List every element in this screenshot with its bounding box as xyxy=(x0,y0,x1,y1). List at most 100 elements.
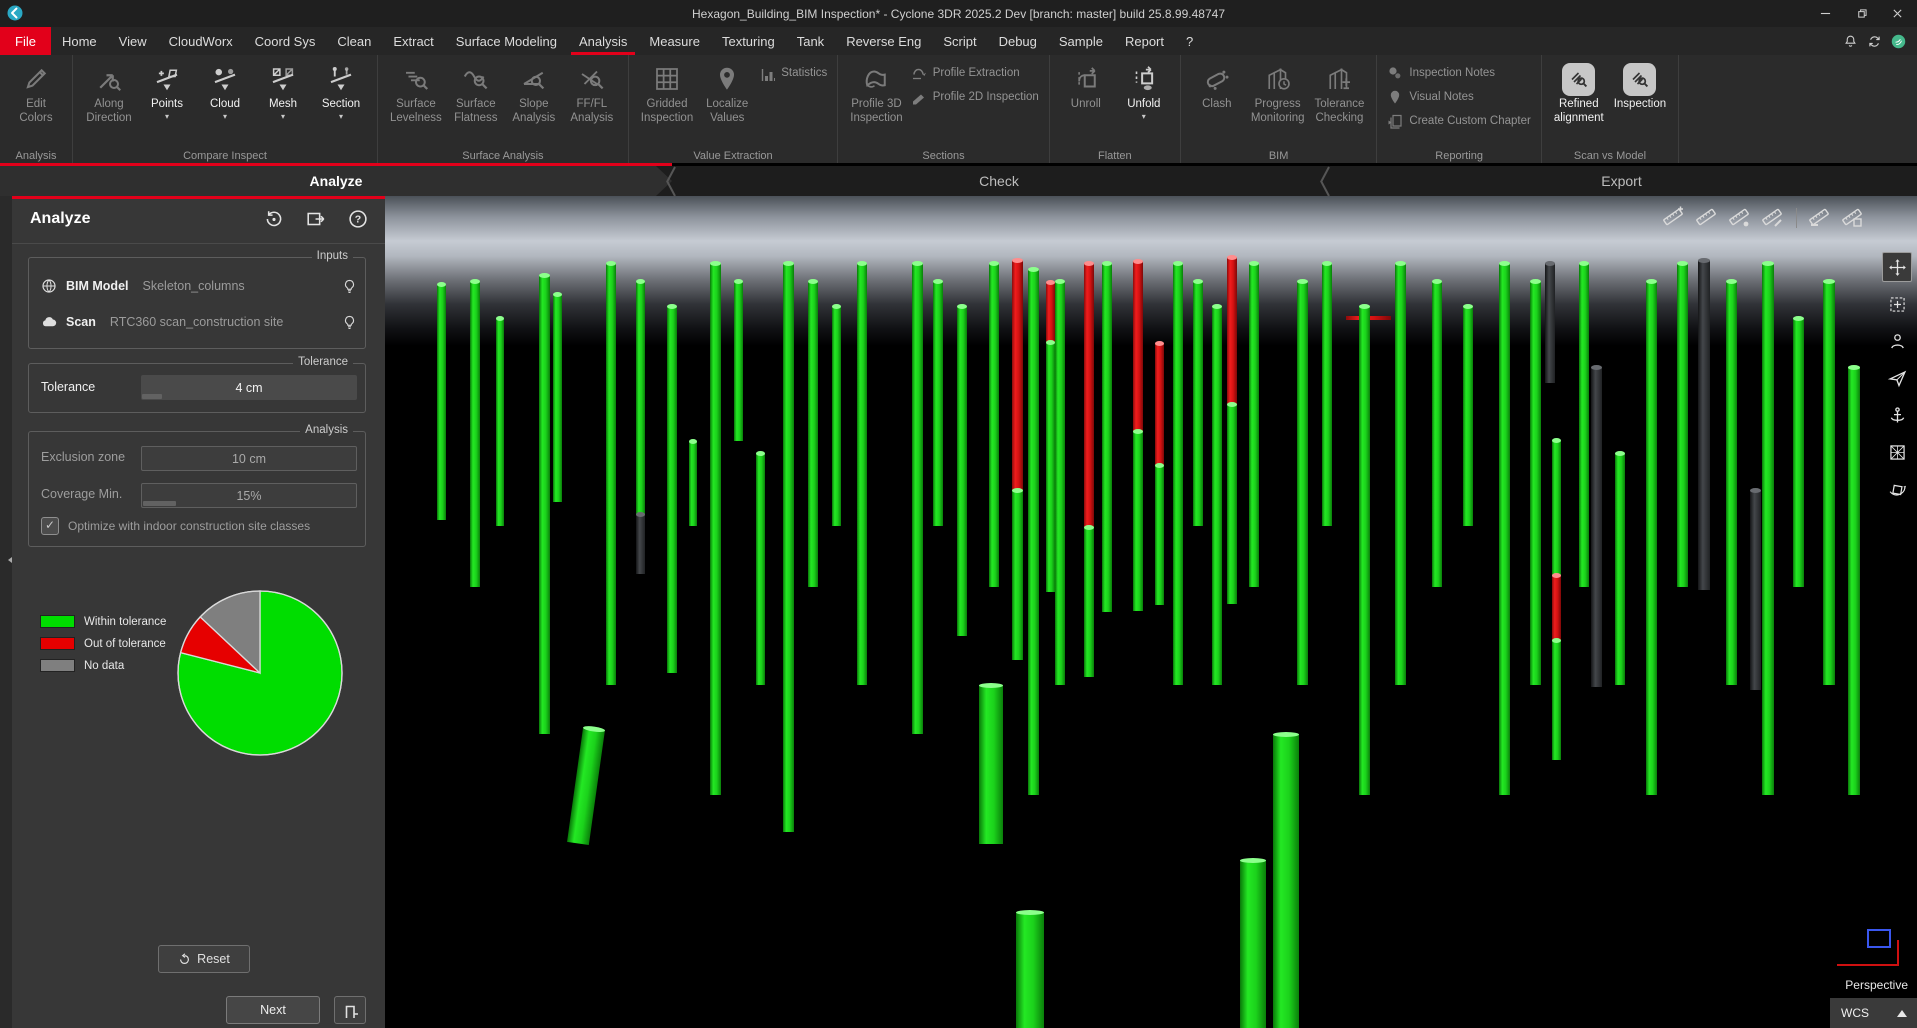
column-no-data[interactable] xyxy=(1750,490,1761,690)
restore-button[interactable] xyxy=(1843,0,1879,27)
reset-button[interactable]: Reset xyxy=(158,945,250,973)
column-within-tolerance[interactable] xyxy=(567,727,605,845)
ribbon-button-cloud[interactable]: Cloud▾ xyxy=(196,57,254,121)
ribbon-button-profile-2d-inspection[interactable]: Profile 2D Inspection xyxy=(911,89,1039,105)
first-person-icon[interactable] xyxy=(1882,326,1912,356)
column-within-tolerance[interactable] xyxy=(1432,281,1442,587)
chevron-down-icon[interactable]: ▾ xyxy=(1142,113,1146,121)
column-out-of-tolerance[interactable] xyxy=(1012,260,1023,490)
column-within-tolerance[interactable] xyxy=(1055,281,1065,685)
measure-ruler-icon[interactable] xyxy=(1695,206,1719,230)
menu-clean[interactable]: Clean xyxy=(326,27,382,55)
ribbon-button-progress-monitoring[interactable]: Progress Monitoring xyxy=(1246,57,1310,125)
column-within-tolerance[interactable] xyxy=(1297,281,1308,685)
field-coverage-min[interactable]: 15% xyxy=(141,483,357,508)
column-out-of-tolerance[interactable] xyxy=(1046,282,1055,342)
input-row-bim-model[interactable]: BIM ModelSkeleton_columns xyxy=(41,276,357,296)
ribbon-button-refined-alignment[interactable]: Refined alignment xyxy=(1549,57,1609,125)
ribbon-button-unfold[interactable]: Unfold▾ xyxy=(1115,57,1173,121)
ribbon-button-create-custom-chapter[interactable]: Create Custom Chapter xyxy=(1387,113,1530,129)
ribbon-button-edit-colors[interactable]: Edit Colors xyxy=(7,57,65,125)
zoom-fit-icon[interactable] xyxy=(1882,289,1912,319)
menu-cloudworx[interactable]: CloudWorx xyxy=(158,27,244,55)
column-within-tolerance[interactable] xyxy=(1499,263,1510,795)
menu-debug[interactable]: Debug xyxy=(988,27,1048,55)
column-within-tolerance[interactable] xyxy=(989,263,999,587)
erase-box-icon[interactable] xyxy=(1841,206,1865,230)
column-within-tolerance[interactable] xyxy=(933,281,943,526)
column-within-tolerance[interactable] xyxy=(783,263,794,832)
column-within-tolerance[interactable] xyxy=(1530,281,1541,685)
ribbon-button-ff-fl-analysis[interactable]: FF/FL Analysis xyxy=(563,57,621,125)
ribbon-button-profile-extraction[interactable]: Profile Extraction xyxy=(911,65,1039,81)
projection-label[interactable]: Perspective xyxy=(1845,978,1908,992)
erase-surface-icon[interactable] xyxy=(1808,206,1832,230)
menu-item[interactable]: ? xyxy=(1175,27,1204,55)
pan-view-icon[interactable] xyxy=(1882,252,1912,282)
column-within-tolerance[interactable] xyxy=(957,306,967,636)
column-within-tolerance[interactable] xyxy=(1212,306,1222,685)
column-within-tolerance[interactable] xyxy=(1193,281,1203,526)
column-within-tolerance[interactable] xyxy=(1084,527,1094,677)
column-within-tolerance[interactable] xyxy=(1359,306,1370,795)
column-within-tolerance[interactable] xyxy=(1273,734,1299,1028)
column-within-tolerance[interactable] xyxy=(1012,490,1023,660)
ribbon-button-surface-levelness[interactable]: Surface Levelness xyxy=(385,57,447,125)
column-within-tolerance[interactable] xyxy=(1249,263,1259,587)
column-no-data[interactable] xyxy=(1545,263,1555,383)
column-within-tolerance[interactable] xyxy=(496,318,504,526)
ribbon-button-gridded-inspection[interactable]: Gridded Inspection xyxy=(636,57,698,125)
chevron-down-icon[interactable]: ▾ xyxy=(281,113,285,121)
column-no-data[interactable] xyxy=(636,514,645,574)
ribbon-button-profile-3d-inspection[interactable]: Profile 3D Inspection xyxy=(845,57,907,125)
menu-report[interactable]: Report xyxy=(1114,27,1175,55)
chevron-down-icon[interactable]: ▾ xyxy=(165,113,169,121)
column-within-tolerance[interactable] xyxy=(1646,281,1657,795)
menu-texturing[interactable]: Texturing xyxy=(711,27,786,55)
field-exclusion-zone[interactable]: 10 cm xyxy=(141,446,357,471)
menu-script[interactable]: Script xyxy=(932,27,987,55)
column-within-tolerance[interactable] xyxy=(710,263,721,795)
column-within-tolerance[interactable] xyxy=(1133,431,1143,611)
highlight-bulb-icon[interactable] xyxy=(342,279,357,294)
column-within-tolerance[interactable] xyxy=(734,281,743,441)
column-within-tolerance[interactable] xyxy=(437,284,446,520)
menu-tank[interactable]: Tank xyxy=(786,27,835,55)
menu-extract[interactable]: Extract xyxy=(382,27,444,55)
column-within-tolerance[interactable] xyxy=(857,263,867,685)
ribbon-button-surface-flatness[interactable]: Surface Flatness xyxy=(447,57,505,125)
column-within-tolerance[interactable] xyxy=(1463,306,1473,526)
tolerance-field[interactable]: 4 cm xyxy=(141,375,357,400)
ribbon-button-tolerance-checking[interactable]: Tolerance Checking xyxy=(1310,57,1370,125)
workflow-tab-analyze[interactable]: Analyze xyxy=(0,166,672,196)
help-icon[interactable]: ? xyxy=(347,208,369,230)
app-icon[interactable] xyxy=(6,4,24,22)
orbit-cube-icon[interactable] xyxy=(1882,474,1912,504)
column-within-tolerance[interactable] xyxy=(470,281,480,587)
column-within-tolerance[interactable] xyxy=(667,306,677,673)
column-within-tolerance[interactable] xyxy=(912,263,923,734)
ribbon-button-inspection-notes[interactable]: Inspection Notes xyxy=(1387,65,1530,81)
column-within-tolerance[interactable] xyxy=(832,306,841,526)
chevron-down-icon[interactable]: ▾ xyxy=(339,113,343,121)
ribbon-button-inspection[interactable]: Inspection xyxy=(1609,57,1671,112)
column-within-tolerance[interactable] xyxy=(1793,318,1804,587)
close-button[interactable] xyxy=(1879,0,1915,27)
column-within-tolerance[interactable] xyxy=(1322,263,1332,526)
column-out-of-tolerance[interactable] xyxy=(1552,575,1561,640)
column-within-tolerance[interactable] xyxy=(1552,440,1561,575)
column-within-tolerance[interactable] xyxy=(1848,367,1860,795)
ribbon-button-localize-values[interactable]: Localize Values xyxy=(698,57,756,125)
sync-icon[interactable] xyxy=(1866,33,1883,50)
column-within-tolerance[interactable] xyxy=(1102,263,1112,612)
column-within-tolerance[interactable] xyxy=(1046,342,1055,592)
export-icon[interactable] xyxy=(305,208,327,230)
erase-small-icon[interactable] xyxy=(1728,206,1752,230)
minimize-button[interactable] xyxy=(1807,0,1843,27)
column-out-of-tolerance[interactable] xyxy=(1227,257,1237,404)
input-row-scan[interactable]: ScanRTC360 scan_construction site xyxy=(41,312,357,332)
column-no-data[interactable] xyxy=(1698,260,1710,590)
column-within-tolerance[interactable] xyxy=(808,281,818,587)
column-within-tolerance[interactable] xyxy=(1552,640,1561,760)
ribbon-button-statistics[interactable]: Statistics xyxy=(759,65,827,81)
